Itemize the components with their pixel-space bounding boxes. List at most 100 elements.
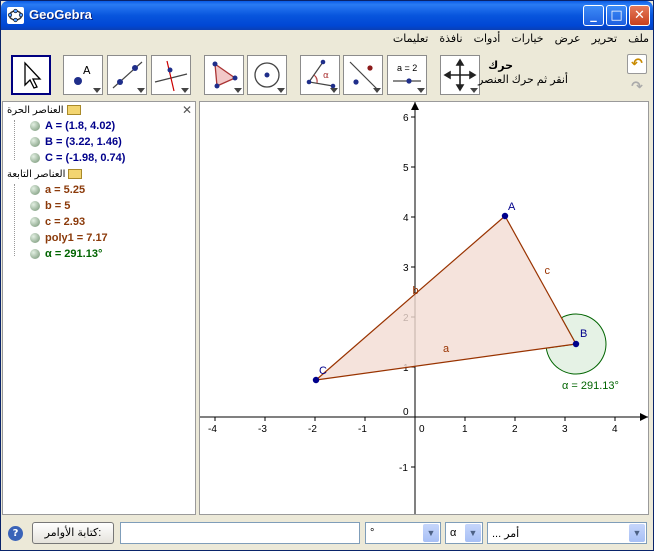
algebra-item-a[interactable]: a = 5.25 xyxy=(30,184,85,200)
dropdown-arrow-icon xyxy=(93,88,101,93)
dropdown-arrow-icon xyxy=(373,88,381,93)
visibility-toggle-icon[interactable] xyxy=(30,217,40,228)
y-tick-label: 4 xyxy=(403,213,409,224)
angle-alpha-label: α = 291.13° xyxy=(562,380,619,392)
menu-tools[interactable]: أدوات xyxy=(470,30,505,47)
free-objects-folder-label: العناصر الحرة xyxy=(7,105,64,116)
x-tick-label: -1 xyxy=(358,424,367,435)
point-B[interactable] xyxy=(572,340,580,348)
x-axis-arrow-icon xyxy=(640,413,648,421)
visibility-toggle-icon[interactable] xyxy=(30,153,40,164)
point-A[interactable] xyxy=(501,212,509,220)
degree-symbol-value: ° xyxy=(370,527,375,539)
visibility-toggle-icon[interactable] xyxy=(30,137,40,148)
degree-symbol-select[interactable]: ° ▼ xyxy=(365,522,441,544)
algebra-item-A[interactable]: A = (1.8, 4.02) xyxy=(30,120,115,136)
dropdown-arrow-icon xyxy=(330,88,338,93)
visibility-toggle-icon[interactable] xyxy=(30,201,40,212)
geogebra-window: GeoGebra _ □ ✕ ملف تحرير عرض خيارات أدوا… xyxy=(0,0,654,551)
command-input-field[interactable] xyxy=(120,522,360,544)
algebra-item-alpha[interactable]: α = 291.13° xyxy=(30,248,102,264)
menu-view[interactable]: عرض xyxy=(551,30,585,47)
tool-help-title: حرك xyxy=(488,60,513,72)
minimize-button[interactable]: _ xyxy=(583,5,604,26)
menu-window[interactable]: نافذة xyxy=(435,30,466,47)
dependent-objects-folder-label: العناصر التابعة xyxy=(7,169,66,180)
menu-help[interactable]: تعليمات xyxy=(389,30,432,47)
visibility-toggle-icon[interactable] xyxy=(30,121,40,132)
chevron-down-icon[interactable]: ▼ xyxy=(423,524,439,542)
point-A-label: A xyxy=(508,201,516,213)
folder-icon xyxy=(68,169,83,180)
close-button[interactable]: ✕ xyxy=(629,5,650,26)
dropdown-arrow-icon xyxy=(234,88,242,93)
algebra-item-text: b = 5 xyxy=(45,200,71,212)
segment-b-label: b xyxy=(413,285,419,297)
svg-text:A: A xyxy=(83,64,91,77)
chevron-down-icon[interactable]: ▼ xyxy=(629,524,645,542)
visibility-toggle-icon[interactable] xyxy=(30,233,40,244)
dependent-objects-folder[interactable]: العناصر التابعة xyxy=(7,169,83,183)
title-bar[interactable]: GeoGebra _ □ ✕ xyxy=(1,1,653,30)
algebra-item-text: B = (3.22, 1.46) xyxy=(45,136,122,148)
close-algebra-view-icon[interactable]: ✕ xyxy=(182,103,192,117)
x-tick-label: -2 xyxy=(308,424,317,435)
arrow-cursor-icon xyxy=(24,61,42,89)
tree-line xyxy=(14,184,15,256)
greek-letter-select[interactable]: α ▼ xyxy=(445,522,483,544)
algebra-item-text: a = 5.25 xyxy=(45,184,86,196)
maximize-button[interactable]: □ xyxy=(606,5,627,26)
command-select[interactable]: أمر ... ▼ xyxy=(487,522,647,544)
slider-label: a = 2 xyxy=(397,63,418,73)
visibility-toggle-icon[interactable] xyxy=(30,249,40,260)
algebra-item-C[interactable]: C = (-1.98, 0.74) xyxy=(30,152,125,168)
move-tool-button[interactable] xyxy=(11,55,51,95)
tool-help-text: أنقر ثم حرك العنصر xyxy=(478,74,568,86)
angle-tool-button[interactable]: α xyxy=(300,55,340,95)
menu-edit[interactable]: تحرير xyxy=(588,30,621,47)
new-point-tool-button[interactable]: A xyxy=(63,55,103,95)
y-tick-label: -1 xyxy=(399,463,408,474)
algebra-item-B[interactable]: B = (3.22, 1.46) xyxy=(30,136,122,152)
circle-tool-button[interactable] xyxy=(247,55,287,95)
dropdown-arrow-icon xyxy=(137,88,145,93)
geogebra-app-icon xyxy=(7,7,24,24)
point-C-label: C xyxy=(319,365,327,377)
chevron-down-icon[interactable]: ▼ xyxy=(465,524,481,542)
algebra-item-b[interactable]: b = 5 xyxy=(30,200,70,216)
svg-text:α: α xyxy=(323,71,329,81)
menu-file[interactable]: ملف xyxy=(624,30,653,47)
input-label-button[interactable]: كتابة الأوامر: xyxy=(32,522,114,544)
triangle-poly1[interactable] xyxy=(316,216,576,380)
y-tick-label: 3 xyxy=(403,263,409,274)
menu-options[interactable]: خيارات xyxy=(507,30,547,47)
help-icon[interactable]: ? xyxy=(8,526,23,541)
graphics-canvas[interactable]: -4-3-2-101234-10123456 a b c A B C α = 2… xyxy=(200,102,648,514)
segment-a-label: a xyxy=(443,343,450,355)
algebra-item-text: α = 291.13° xyxy=(45,248,103,260)
perpendicular-tool-button[interactable] xyxy=(151,55,191,95)
y-tick-label: 5 xyxy=(403,163,409,174)
y-axis-arrow-icon xyxy=(411,102,419,110)
algebra-item-poly1[interactable]: poly1 = 7.17 xyxy=(30,232,108,248)
visibility-toggle-icon[interactable] xyxy=(30,185,40,196)
free-objects-folder[interactable]: العناصر الحرة xyxy=(7,105,81,119)
segment-c-label: c xyxy=(545,265,551,277)
undo-button[interactable]: ↶ xyxy=(627,54,647,74)
x-tick-label: 2 xyxy=(512,424,518,435)
dropdown-arrow-icon xyxy=(470,88,478,93)
algebra-item-text: A = (1.8, 4.02) xyxy=(45,120,116,132)
algebra-item-text: poly1 = 7.17 xyxy=(45,232,108,244)
point-C[interactable] xyxy=(312,376,320,384)
y-tick-label: 0 xyxy=(403,407,409,418)
redo-button[interactable]: ↷ xyxy=(627,78,647,98)
line-tool-button[interactable] xyxy=(107,55,147,95)
algebra-item-c[interactable]: c = 2.93 xyxy=(30,216,85,232)
algebra-view: ✕ العناصر الحرة A = (1.8, 4.02) B = (3.2… xyxy=(2,101,196,515)
point-B-label: B xyxy=(580,328,587,340)
polygon-tool-button[interactable] xyxy=(204,55,244,95)
x-tick-label: 3 xyxy=(562,424,568,435)
graphics-view[interactable]: -4-3-2-101234-10123456 a b c A B C α = 2… xyxy=(199,101,649,515)
x-tick-label: -3 xyxy=(258,424,267,435)
dropdown-arrow-icon xyxy=(181,88,189,93)
